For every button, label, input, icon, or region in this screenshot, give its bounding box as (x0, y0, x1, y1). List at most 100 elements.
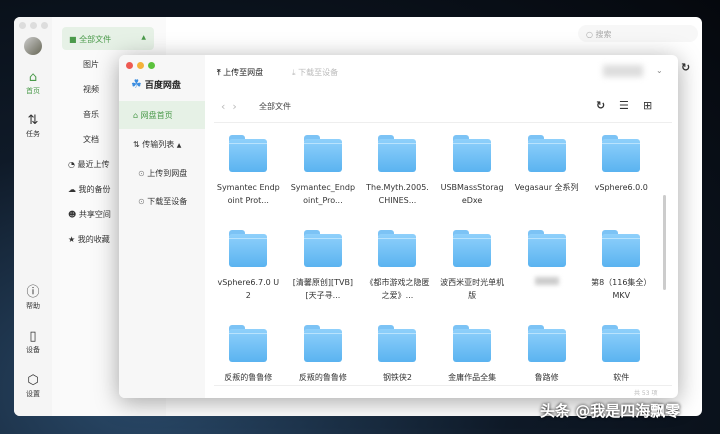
folder-name: Vegasaur 全系列 (514, 183, 579, 192)
nav-backup[interactable]: ☁ 我的备份 (68, 184, 111, 195)
folder-item[interactable]: vSphere6.0.0 (584, 131, 659, 216)
folder-name: 钢铁侠2 (382, 373, 413, 382)
rail-home[interactable]: ⌂ 首页 (14, 70, 52, 96)
folder-item[interactable]: 金庸作品全集 (435, 321, 510, 398)
chevron-up-icon: ▲ (141, 34, 146, 41)
back-forward-buttons[interactable]: ‹ › (221, 100, 237, 113)
transfer-icon: ⇅ (133, 140, 140, 149)
back-icon[interactable]: ‹ (221, 100, 225, 113)
sort-icon[interactable]: ☰ (619, 99, 629, 112)
folder-icon (229, 230, 268, 267)
folder-name: 反叛的鲁鲁修 (298, 373, 347, 382)
folder-icon (378, 230, 417, 267)
folder-icon (453, 230, 492, 267)
folder-name: 波西米亚时光单机版 (440, 278, 505, 300)
folder-icon (378, 135, 417, 172)
folder-icon (527, 135, 566, 172)
logo-icon: ☘ (131, 77, 142, 91)
upload-button[interactable]: ⤒ 上传至网盘 (217, 67, 263, 78)
folder-icon (229, 135, 268, 172)
nav-all-files[interactable]: ■ 全部文件 ▲ (62, 27, 154, 50)
folder-name: The.Myth.2005.CHINES... (366, 183, 429, 205)
rail-settings[interactable]: ⬡ 设置 (14, 373, 52, 399)
baidu-netdisk-window: ☘ 百度网盘 ⌂ 网盘首页 ⇅ 传输列表 ▲ ⊙ 上传到网盘 ⊙ 下载至设备 ⤒… (119, 55, 678, 398)
radio-icon: ⊙ (138, 169, 145, 178)
folder-item[interactable]: 鲁路修 (509, 321, 584, 398)
sidebar-upload[interactable]: ⊙ 上传到网盘 (138, 168, 187, 179)
folder-item[interactable]: The.Myth.2005.CHINES... (360, 131, 435, 216)
folder-name: 《都市游戏之隐匿之爱》... (365, 278, 430, 300)
folder-icon (378, 325, 417, 362)
folder-item[interactable]: 《都市游戏之隐匿之爱》... (360, 226, 435, 311)
folder-icon (303, 135, 342, 172)
folder-item[interactable]: Symantec_Endpoint_Pro... (286, 131, 361, 216)
nav-sub-item[interactable]: 文档 (83, 134, 99, 145)
folder-name: Symantec Endpoint Prot... (216, 183, 280, 205)
folder-icon (303, 325, 342, 362)
refresh-icon[interactable]: ↻ (596, 99, 605, 112)
folder-icon: ■ (69, 35, 77, 44)
folder-item[interactable]: 第8（116集全）MKV (584, 226, 659, 311)
folder-name-blurred (509, 276, 584, 289)
folder-name: Symantec_Endpoint_Pro... (290, 183, 356, 205)
watermark: 头条 @我是四海飘零 (540, 402, 681, 420)
user-account[interactable] (603, 65, 643, 77)
folder-item[interactable]: Symantec Endpoint Prot... (211, 131, 286, 216)
folder-item[interactable]: USBMassStorageDxe (435, 131, 510, 216)
home-icon: ⌂ (133, 111, 139, 120)
folder-name: [清馨原创][TVB][天子寻... (292, 278, 354, 300)
folder-item[interactable]: 波西米亚时光单机版 (435, 226, 510, 311)
device-icon: ▯ (29, 329, 37, 344)
folder-item[interactable]: vSphere6.7.0 U2 (211, 226, 286, 311)
folder-item[interactable]: 软件 (584, 321, 659, 398)
avatar[interactable] (24, 37, 42, 55)
search-input[interactable]: ○ 搜索 (578, 25, 698, 42)
nav-sub-item[interactable]: 图片 (83, 59, 99, 70)
nav-recent[interactable]: ◔ 最近上传 (68, 159, 110, 170)
rail-device[interactable]: ▯ 设备 (14, 329, 52, 355)
star-icon: ★ (68, 235, 76, 244)
refresh-icon[interactable]: ↻ (681, 61, 690, 74)
folder-item[interactable]: Vegasaur 全系列 (509, 131, 584, 216)
cloud-icon: ☁ (68, 185, 76, 194)
search-icon: ○ (586, 30, 593, 39)
download-button[interactable]: ⤓ 下载至设备 (292, 67, 338, 78)
item-count: 共 53 项 (634, 390, 658, 397)
nav-favorites[interactable]: ★ 我的收藏 (68, 234, 110, 245)
app-logo: ☘ 百度网盘 (131, 77, 181, 91)
folder-icon (453, 325, 492, 362)
divider (214, 122, 672, 123)
chevron-up-icon: ▲ (176, 142, 182, 149)
folder-name: 软件 (613, 373, 630, 382)
folder-icon (602, 230, 641, 267)
window-controls (19, 22, 52, 31)
forward-icon[interactable]: › (232, 100, 236, 113)
folder-item[interactable]: 钢铁侠2 (360, 321, 435, 398)
sidebar-transfer[interactable]: ⇅ 传输列表 ▲ (133, 139, 181, 150)
folder-name: vSphere6.7.0 U2 (217, 278, 280, 300)
grid-view-icon[interactable]: ⊞ (643, 99, 652, 112)
folder-item[interactable]: 反叛的鲁鲁修 (211, 321, 286, 398)
icon-rail: ⌂ 首页 ⇅ 任务 ⓘ 帮助 ▯ 设备 ⬡ 设置 (14, 17, 52, 416)
nav-sub-item[interactable]: 视频 (83, 84, 99, 95)
sidebar-home[interactable]: ⌂ 网盘首页 (119, 101, 205, 129)
radio-icon: ⊙ (138, 197, 145, 206)
folder-item[interactable] (509, 226, 584, 311)
chevron-down-icon[interactable]: ⌄ (656, 66, 663, 75)
folder-icon (229, 325, 268, 362)
folder-name: 金庸作品全集 (448, 373, 497, 382)
breadcrumb[interactable]: 全部文件 (259, 101, 291, 112)
help-icon: ⓘ (26, 285, 40, 300)
folder-name: 鲁路修 (534, 373, 559, 382)
folder-name: vSphere6.0.0 (594, 183, 648, 192)
nav-shared[interactable]: ☻ 共享空间 (68, 209, 111, 220)
window-controls[interactable] (126, 62, 159, 71)
sidebar-download[interactable]: ⊙ 下载至设备 (138, 196, 187, 207)
folder-item[interactable]: [清馨原创][TVB][天子寻... (286, 226, 361, 311)
rail-tasks[interactable]: ⇅ 任务 (14, 113, 52, 139)
folder-icon (602, 325, 641, 362)
nav-sub-item[interactable]: 音乐 (83, 109, 99, 120)
rail-help[interactable]: ⓘ 帮助 (14, 285, 52, 311)
scrollbar[interactable] (663, 195, 666, 290)
folder-item[interactable]: 反叛的鲁鲁修 (286, 321, 361, 398)
